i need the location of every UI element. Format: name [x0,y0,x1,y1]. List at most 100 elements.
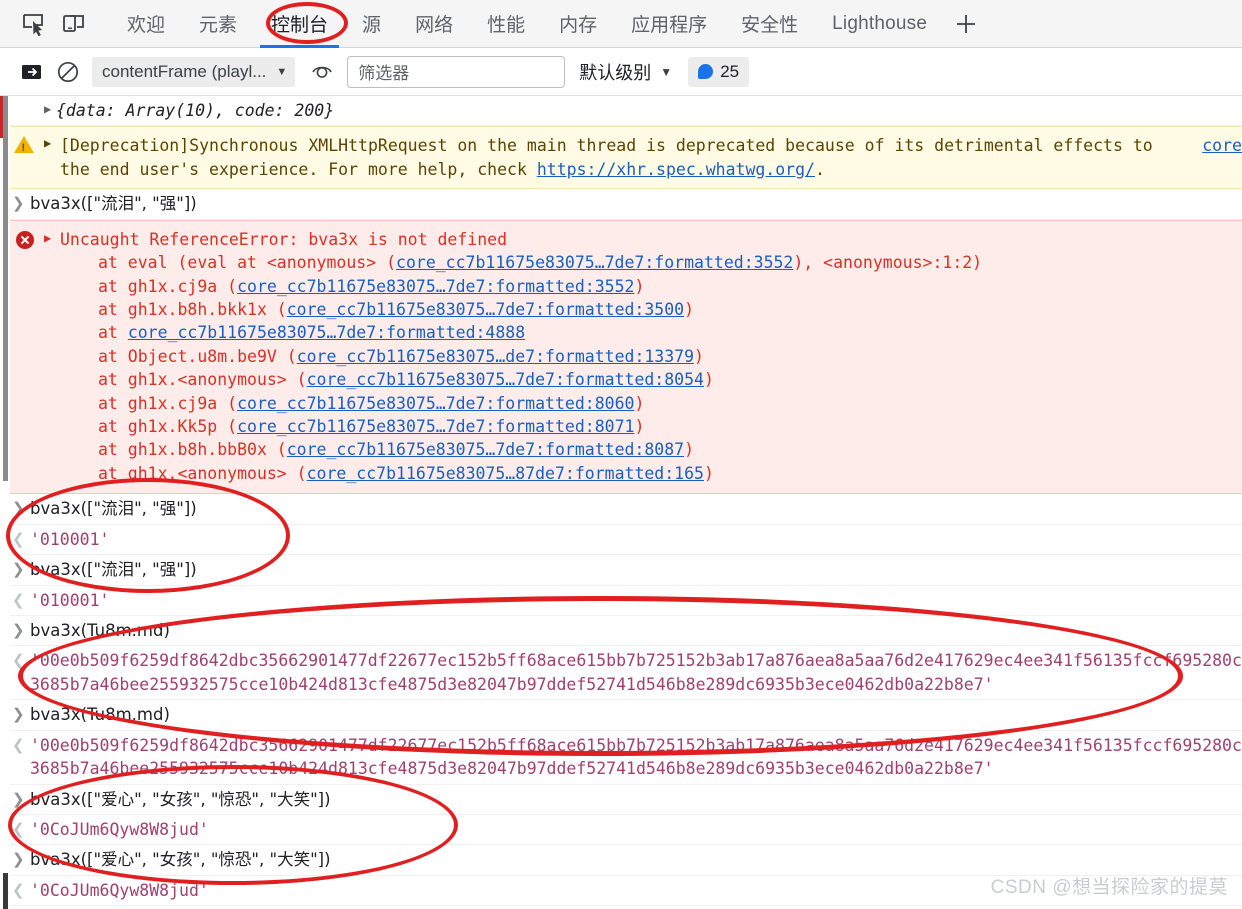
tab-welcome[interactable]: 欢迎 [110,0,182,48]
stack-frame-pre: at [98,323,128,342]
warning-source-link[interactable]: core [1202,134,1242,157]
expand-triangle-icon[interactable]: ▶ [44,101,51,118]
output-arrow-icon: ❮ [12,650,25,671]
console-output-row[interactable]: ❮ '0CoJUm6Qyw8W8jud' [0,815,1242,845]
console-output-text: '0CoJUm6Qyw8W8jud' [30,820,209,839]
stack-frame-link[interactable]: core_cc7b11675e83075…7de7:formatted:3552 [237,277,634,296]
log-level-label: 默认级别 [579,59,651,85]
input-arrow-icon: ❯ [12,193,25,214]
stack-frame-link[interactable]: core_cc7b11675e83075…7de7:formatted:3500 [287,300,684,319]
filter-placeholder: 筛选器 [358,59,409,84]
stack-frame: at gh1x.Kk5p (core_cc7b11675e83075…7de7:… [98,415,1242,438]
message-count-badge[interactable]: 25 [688,57,749,87]
stack-frame-pre: at gh1x.<anonymous> ( [98,370,307,389]
inspect-element-icon[interactable] [14,4,54,44]
stack-frame-post: ) [704,370,714,389]
live-expression-icon[interactable] [305,55,339,89]
console-output-text: '010001' [30,530,109,549]
tab-memory[interactable]: 内存 [542,0,614,48]
stack-frame-link[interactable]: core_cc7b11675e83075…7de7:formatted:3552 [396,253,793,272]
tab-sources[interactable]: 源 [345,0,398,48]
console-input-row[interactable]: ❯ bva3x(Tu8m.md) [0,700,1242,730]
filter-input[interactable]: 筛选器 [347,56,565,88]
tab-label: 元素 [199,10,237,37]
console-output-row[interactable]: ❮ '010001' [0,525,1242,555]
chevron-down-icon: ▼ [660,65,672,79]
console-toolbar: contentFrame (playl... ▼ 筛选器 默认级别 ▼ 25 [0,48,1242,96]
stack-frame-post: ) [634,394,644,413]
tab-label: 源 [362,10,381,37]
device-toolbar-icon[interactable] [54,4,94,44]
tab-security[interactable]: 安全性 [724,0,815,48]
console-scrollbar[interactable] [0,96,10,909]
tab-application[interactable]: 应用程序 [614,0,724,48]
stack-frame-pre: at gh1x.b8h.bkk1x ( [98,300,287,319]
console-input-row[interactable]: ❯ bva3x(Tu8m.md) [0,616,1242,646]
no-entry-icon[interactable] [50,54,86,90]
stack-frame-link[interactable]: core_cc7b11675e83075…7de7:formatted:8054 [307,370,704,389]
console-output-row[interactable]: ❮ '00e0b509f6259df8642dbc35662901477df22… [0,731,1242,785]
warning-line-2-text: the end user's experience. For more help… [60,160,537,179]
stack-frame-link[interactable]: core_cc7b11675e83075…7de7:formatted:4888 [128,323,525,342]
console-output-text: '00e0b509f6259df8642dbc35662901477df2267… [30,651,1242,693]
console-input-row[interactable]: ❯ bva3x(["流泪", "强"]) [0,555,1242,585]
tab-console[interactable]: 控制台 [254,0,345,48]
tab-label: 欢迎 [127,10,165,37]
stack-frame: at gh1x.cj9a (core_cc7b11675e83075…7de7:… [98,392,1242,415]
clear-console-icon[interactable] [14,54,50,90]
stack-frame-link[interactable]: core_cc7b11675e83075…7de7:formatted:8060 [237,394,634,413]
console-input-row[interactable]: ❯ bva3x(["爱心", "女孩", "惊恐", "大笑"]) [0,785,1242,815]
console-input-row[interactable]: ❯ bva3x(["流泪", "强"]) [0,189,1242,219]
input-arrow-icon: ❯ [12,559,25,580]
console-object-row[interactable]: ▶ {data: Array(10), code: 200} [0,96,1242,126]
output-arrow-icon: ❮ [12,529,25,550]
stack-frame-link[interactable]: core_cc7b11675e83075…87de7:formatted:165 [307,464,704,483]
stack-frame-pre: at gh1x.<anonymous> ( [98,464,307,483]
stack-frame: at gh1x.b8h.bkk1x (core_cc7b11675e83075…… [98,298,1242,321]
tab-elements[interactable]: 元素 [182,0,254,48]
devtools-window: 欢迎 元素 控制台 源 网络 性能 内存 应用程序 安全性 Lighthouse [0,0,1242,909]
error-icon [16,231,34,249]
output-arrow-icon: ❮ [12,590,25,611]
message-count-label: 25 [720,62,739,82]
input-arrow-icon: ❯ [12,620,25,641]
console-warning-row[interactable]: ▶ [Deprecation]Synchronous XMLHttpReques… [0,126,1242,189]
console-input-row[interactable]: ❯ bva3x(["流泪", "强"]) [0,494,1242,524]
add-panel-icon[interactable] [944,0,988,48]
stack-frame-link[interactable]: core_cc7b11675e83075…7de7:formatted:8071 [237,417,634,436]
whatwg-spec-link[interactable]: https://xhr.spec.whatwg.org/ [537,160,815,179]
stack-frame-post: ) [684,300,694,319]
console-input-text: bva3x(["爱心", "女孩", "惊恐", "大笑"]) [30,850,331,869]
stack-frame-link[interactable]: core_cc7b11675e83075…7de7:formatted:8087 [287,440,684,459]
input-arrow-icon: ❯ [12,498,25,519]
devtools-tabbar: 欢迎 元素 控制台 源 网络 性能 内存 应用程序 安全性 Lighthouse [0,0,1242,48]
tab-lighthouse[interactable]: Lighthouse [815,0,944,48]
console-input-text: bva3x(["流泪", "强"]) [30,194,197,213]
console-input-text: bva3x(["流泪", "强"]) [30,560,197,579]
execution-context-selector[interactable]: contentFrame (playl... ▼ [92,57,295,87]
expand-triangle-icon[interactable]: ▶ [44,230,51,247]
stack-frame: at gh1x.<anonymous> (core_cc7b11675e8307… [98,462,1242,485]
stack-frame-post: ) [634,417,644,436]
scrollbar-thumb-tail[interactable] [3,873,8,909]
execution-context-label: contentFrame (playl... [102,62,266,82]
tab-performance[interactable]: 性能 [470,0,542,48]
log-level-selector[interactable]: 默认级别 ▼ [579,59,672,85]
scrollbar-thumb[interactable] [3,96,8,481]
tab-label: Lighthouse [832,13,927,35]
stack-frame-link[interactable]: core_cc7b11675e83075…de7:formatted:13379 [297,347,694,366]
tab-label: 内存 [559,10,597,37]
input-arrow-icon: ❯ [12,704,25,725]
stack-frame-post: ) [694,347,704,366]
output-arrow-icon: ❮ [12,819,25,840]
output-arrow-icon: ❮ [12,880,25,901]
tab-label: 控制台 [271,10,328,37]
console-message-list[interactable]: ▶ {data: Array(10), code: 200} ▶ [Deprec… [0,96,1242,909]
tab-network[interactable]: 网络 [398,0,470,48]
console-output-row[interactable]: ❮ '010001' [0,586,1242,616]
stack-frame-pre: at gh1x.cj9a ( [98,277,237,296]
expand-triangle-icon[interactable]: ▶ [44,135,51,152]
console-error-row[interactable]: ▶ Uncaught ReferenceError: bva3x is not … [0,220,1242,495]
console-input-text: bva3x(["爱心", "女孩", "惊恐", "大笑"]) [30,790,331,809]
console-output-row[interactable]: ❮ '00e0b509f6259df8642dbc35662901477df22… [0,646,1242,700]
